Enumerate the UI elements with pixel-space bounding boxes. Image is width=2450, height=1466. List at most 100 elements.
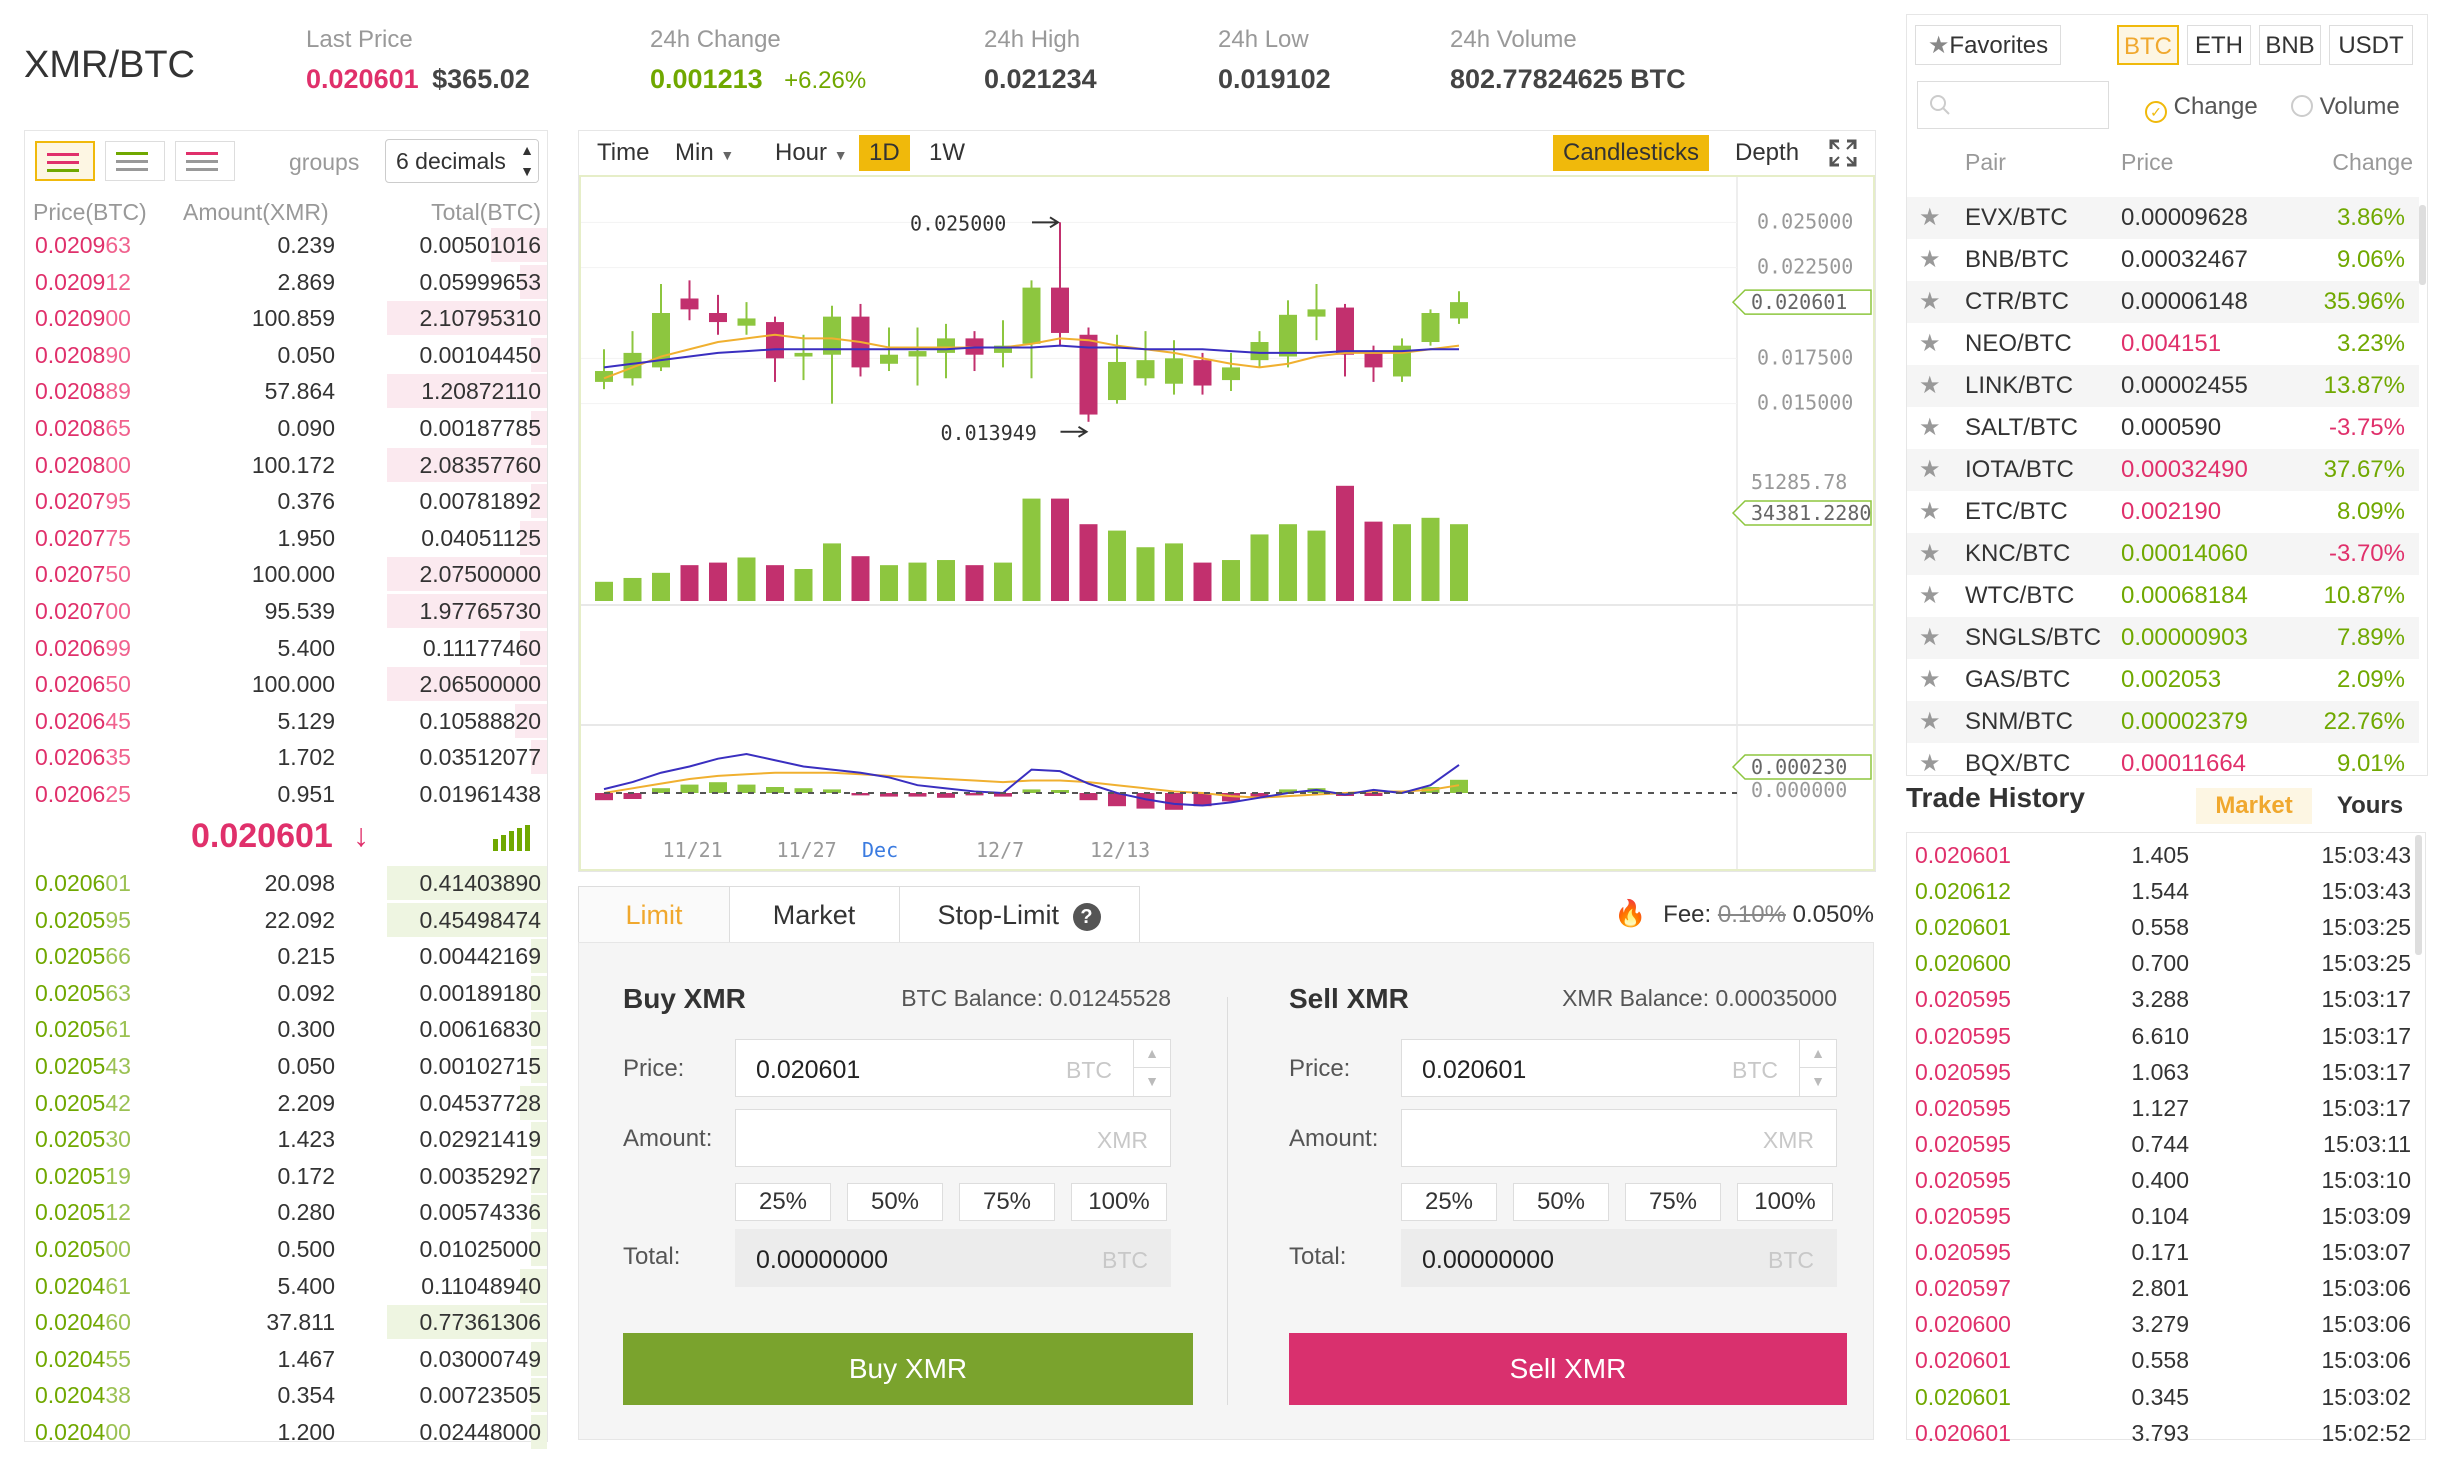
star-icon[interactable]: ★	[1919, 659, 1941, 701]
groups-select[interactable]: 6 decimals ▲ ▼	[385, 139, 539, 183]
market-tab-bnb[interactable]: BNB	[2259, 25, 2321, 65]
market-row[interactable]: ★ ETC/BTC 0.002190 8.09%	[1907, 491, 2419, 533]
star-icon[interactable]: ★	[1919, 617, 1941, 659]
candle-body[interactable]	[1279, 314, 1297, 357]
orderbook-row[interactable]: 0.020542 2.209 0.04537728	[25, 1085, 547, 1121]
view-both-button[interactable]	[35, 141, 95, 181]
stepper-down-icon[interactable]: ▼	[1800, 1068, 1836, 1095]
tab-limit[interactable]: Limit	[579, 887, 730, 943]
buy-pct-25-button[interactable]: 25%	[735, 1183, 831, 1221]
star-icon[interactable]: ★	[1919, 449, 1941, 491]
star-icon[interactable]: ★	[1919, 491, 1941, 533]
star-icon[interactable]: ★	[1919, 323, 1941, 365]
candle-body[interactable]	[737, 318, 756, 326]
candlesticks-button[interactable]: Candlesticks	[1553, 135, 1710, 171]
min-dropdown[interactable]: Min ▼	[665, 135, 744, 171]
sell-pct-100-button[interactable]: 100%	[1737, 1183, 1833, 1221]
market-tab-eth[interactable]: ETH	[2187, 25, 2251, 65]
orderbook-row[interactable]: 0.020890 0.050 0.00104450	[25, 337, 547, 373]
orderbook-row[interactable]: 0.020461 5.400 0.11048940	[25, 1268, 547, 1304]
candle-body[interactable]	[709, 313, 727, 323]
view-asks-button[interactable]	[175, 141, 235, 181]
star-icon[interactable]: ★	[1919, 533, 1941, 575]
orderbook-row[interactable]: 0.020512 0.280 0.00574336	[25, 1194, 547, 1230]
orderbook-row[interactable]: 0.020795 0.376 0.00781892	[25, 483, 547, 519]
help-icon[interactable]: ?	[1072, 902, 1101, 931]
stepper-up-icon[interactable]: ▲	[1134, 1040, 1170, 1068]
hour-dropdown[interactable]: Hour ▼	[765, 135, 858, 171]
orderbook-row[interactable]: 0.020650 100.000 2.06500000	[25, 666, 547, 702]
candlestick-chart[interactable]: 0.025000 0.022500 0.017500 0.015000 0.025000…	[581, 177, 1873, 869]
buy-price-stepper[interactable]: ▲ ▼	[1133, 1040, 1170, 1096]
orderbook-row[interactable]: 0.020561 0.300 0.00616830	[25, 1011, 547, 1047]
stepper-down-icon[interactable]: ▼	[1134, 1068, 1170, 1095]
orderbook-row[interactable]: 0.020800 100.172 2.08357760	[25, 447, 547, 483]
tab-stop-limit[interactable]: Stop-Limit ?	[899, 887, 1139, 943]
star-icon[interactable]: ★	[1919, 365, 1941, 407]
orderbook-row[interactable]: 0.020438 0.354 0.00723505	[25, 1377, 547, 1413]
candle-body[interactable]	[937, 338, 955, 353]
candle-body[interactable]	[1307, 309, 1326, 317]
orderbook-row[interactable]: 0.020500 0.500 0.01025000	[25, 1231, 547, 1267]
interval-1d-button[interactable]: 1D	[859, 135, 910, 171]
orderbook-row[interactable]: 0.020455 1.467 0.03000749	[25, 1341, 547, 1377]
fullscreen-icon[interactable]	[1829, 139, 1857, 167]
orderbook-row[interactable]: 0.020543 0.050 0.00102715	[25, 1048, 547, 1084]
star-icon[interactable]: ★	[1919, 575, 1941, 617]
market-row[interactable]: ★ EVX/BTC 0.00009628 3.86%	[1907, 197, 2419, 239]
volume-radio[interactable]: Volume	[2291, 93, 2400, 121]
market-row[interactable]: ★ BNB/BTC 0.00032467 9.06%	[1907, 239, 2419, 281]
market-search-input[interactable]	[1917, 81, 2109, 129]
orderbook-row[interactable]: 0.020865 0.090 0.00187785	[25, 410, 547, 446]
orderbook-row[interactable]: 0.020645 5.129 0.10588820	[25, 703, 547, 739]
market-row[interactable]: ★ WTC/BTC 0.00068184 10.87%	[1907, 575, 2419, 617]
market-row[interactable]: ★ NEO/BTC 0.004151 3.23%	[1907, 323, 2419, 365]
orderbook-row[interactable]: 0.020963 0.239 0.00501016	[25, 227, 547, 263]
stepper-up-icon[interactable]: ▲	[1800, 1040, 1836, 1068]
history-tab-market[interactable]: Market	[2196, 788, 2312, 824]
buy-amount-input[interactable]: XMR	[735, 1109, 1171, 1167]
sell-pct-50-button[interactable]: 50%	[1513, 1183, 1609, 1221]
sell-amount-input[interactable]: XMR	[1401, 1109, 1837, 1167]
market-tab-usdt[interactable]: USDT	[2329, 25, 2413, 65]
orderbook-row[interactable]: 0.020400 1.200 0.02448000	[25, 1414, 547, 1450]
market-row[interactable]: ★ IOTA/BTC 0.00032490 37.67%	[1907, 449, 2419, 491]
sell-pct-25-button[interactable]: 25%	[1401, 1183, 1497, 1221]
candle-body[interactable]	[1364, 352, 1383, 368]
market-row[interactable]: ★ SNGLS/BTC 0.00000903 7.89%	[1907, 617, 2419, 659]
candle-body[interactable]	[1222, 367, 1240, 381]
buy-price-input[interactable]: 0.020601 BTC ▲ ▼	[735, 1039, 1171, 1097]
market-row[interactable]: ★ CTR/BTC 0.00006148 35.96%	[1907, 281, 2419, 323]
candle-body[interactable]	[1193, 360, 1212, 386]
candle-body[interactable]	[1051, 287, 1069, 333]
orderbook-row[interactable]: 0.020563 0.092 0.00189180	[25, 975, 547, 1011]
market-scrollbar[interactable]	[2419, 205, 2426, 285]
orderbook-row[interactable]: 0.020595 22.092 0.45498474	[25, 902, 547, 938]
market-row[interactable]: ★ SNM/BTC 0.00002379 22.76%	[1907, 701, 2419, 743]
depth-button[interactable]: Depth	[1725, 135, 1809, 171]
sell-price-stepper[interactable]: ▲ ▼	[1799, 1040, 1836, 1096]
history-scrollbar[interactable]	[2415, 835, 2422, 955]
orderbook-row[interactable]: 0.020912 2.869 0.05999653	[25, 264, 547, 300]
star-icon[interactable]: ★	[1919, 197, 1941, 239]
orderbook-row[interactable]: 0.020601 20.098 0.41403890	[25, 865, 547, 901]
chart-plot-area[interactable]: 0.025000 0.022500 0.017500 0.015000 0.025000…	[579, 175, 1875, 871]
orderbook-row[interactable]: 0.020530 1.423 0.02921419	[25, 1121, 547, 1157]
candle-body[interactable]	[1421, 313, 1440, 343]
candle-body[interactable]	[880, 354, 898, 364]
star-icon[interactable]: ★	[1919, 239, 1941, 281]
candle-body[interactable]	[1250, 342, 1269, 361]
candle-body[interactable]	[1136, 360, 1155, 379]
star-icon[interactable]: ★	[1919, 743, 1941, 785]
favorites-tab[interactable]: ★Favorites	[1915, 25, 2061, 65]
orderbook-row[interactable]: 0.020699 5.400 0.11177460	[25, 630, 547, 666]
tab-market[interactable]: Market	[729, 887, 900, 943]
time-button[interactable]: Time	[587, 135, 659, 171]
star-icon[interactable]: ★	[1919, 407, 1941, 449]
market-row[interactable]: ★ LINK/BTC 0.00002455 13.87%	[1907, 365, 2419, 407]
candle-body[interactable]	[1450, 302, 1468, 319]
orderbook-row[interactable]: 0.020625 0.951 0.01961438	[25, 776, 547, 812]
buy-pct-75-button[interactable]: 75%	[959, 1183, 1055, 1221]
candle-body[interactable]	[680, 298, 699, 310]
sell-button[interactable]: Sell XMR	[1289, 1333, 1847, 1405]
